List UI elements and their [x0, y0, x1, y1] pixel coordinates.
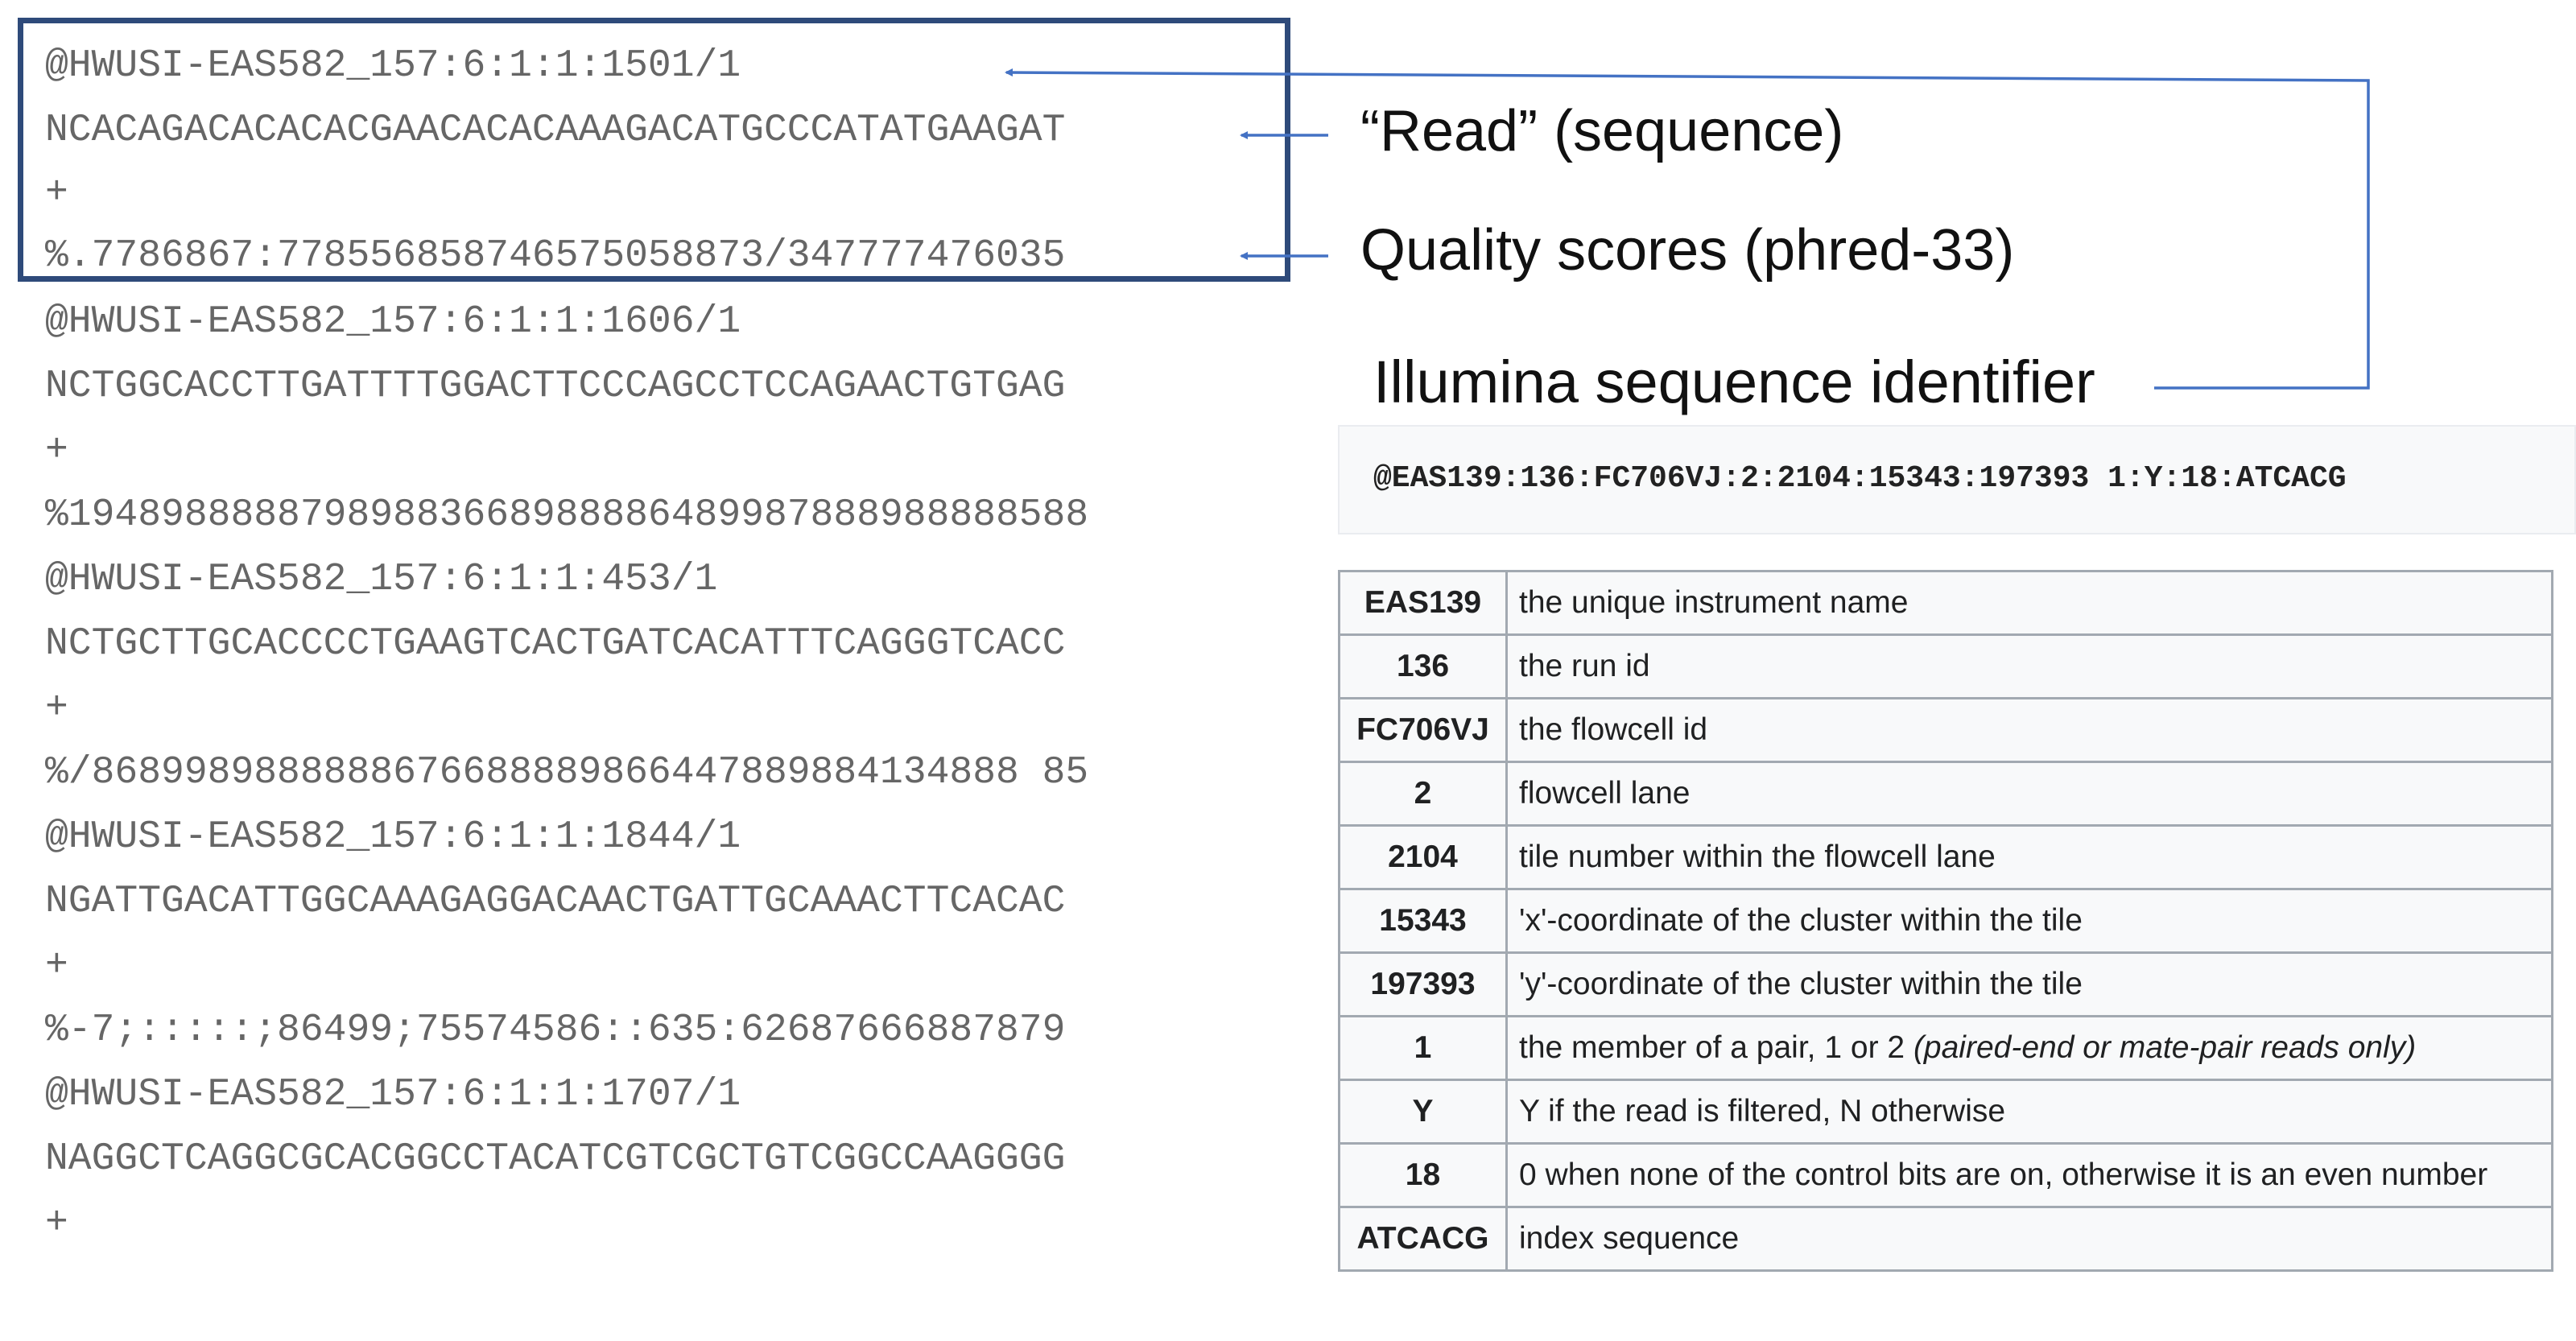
identifier-example-box: @EAS139:136:FC706VJ:2:2104:15343:197393 … — [1338, 425, 2576, 534]
table-row: 197393 'y'-coordinate of the cluster wit… — [1338, 951, 2553, 1017]
table-row: 1 the member of a pair, 1 or 2 (paired-e… — [1338, 1015, 2553, 1081]
field-key: 15343 — [1338, 888, 1508, 954]
table-row: 18 0 when none of the control bits are o… — [1338, 1142, 2553, 1208]
field-description: the run id — [1505, 633, 2553, 699]
field-description: Y if the read is filtered, N otherwise — [1505, 1079, 2553, 1145]
field-description: 0 when none of the control bits are on, … — [1505, 1142, 2553, 1208]
field-key: Y — [1338, 1079, 1508, 1145]
table-row: Y Y if the read is filtered, N otherwise — [1338, 1079, 2553, 1145]
field-key: 136 — [1338, 633, 1508, 699]
field-description: the unique instrument name — [1505, 570, 2553, 636]
field-key: EAS139 — [1338, 570, 1508, 636]
field-key: ATCACG — [1338, 1206, 1508, 1272]
table-row: 136 the run id — [1338, 633, 2553, 699]
field-key: 18 — [1338, 1142, 1508, 1208]
field-description-text: the member of a pair, 1 or 2 — [1519, 1030, 1905, 1065]
field-description: flowcell lane — [1505, 761, 2553, 827]
field-key: 197393 — [1338, 951, 1508, 1017]
table-row: EAS139 the unique instrument name — [1338, 570, 2553, 636]
table-row: 2 flowcell lane — [1338, 761, 2553, 827]
table-row: 15343 'x'-coordinate of the cluster with… — [1338, 888, 2553, 954]
field-description: 'y'-coordinate of the cluster within the… — [1505, 951, 2553, 1017]
field-description: index sequence — [1505, 1206, 2553, 1272]
field-description: tile number within the flowcell lane — [1505, 824, 2553, 890]
identifier-arrow — [1005, 68, 2370, 390]
field-description: the member of a pair, 1 or 2 (paired-end… — [1505, 1015, 2553, 1081]
identifier-example: @EAS139:136:FC706VJ:2:2104:15343:197393 … — [1373, 461, 2347, 496]
table-row: ATCACG index sequence — [1338, 1206, 2553, 1272]
field-key: 2 — [1338, 761, 1508, 827]
field-key: FC706VJ — [1338, 697, 1508, 763]
table-row: FC706VJ the flowcell id — [1338, 697, 2553, 763]
table-row: 2104 tile number within the flowcell lan… — [1338, 824, 2553, 890]
field-description-note: (paired-end or mate-pair reads only) — [1913, 1030, 2417, 1065]
identifier-fields-table: EAS139 the unique instrument name 136 th… — [1338, 570, 2553, 1272]
field-description: 'x'-coordinate of the cluster within the… — [1505, 888, 2553, 954]
field-key: 2104 — [1338, 824, 1508, 890]
field-key: 1 — [1338, 1015, 1508, 1081]
field-description: the flowcell id — [1505, 697, 2553, 763]
